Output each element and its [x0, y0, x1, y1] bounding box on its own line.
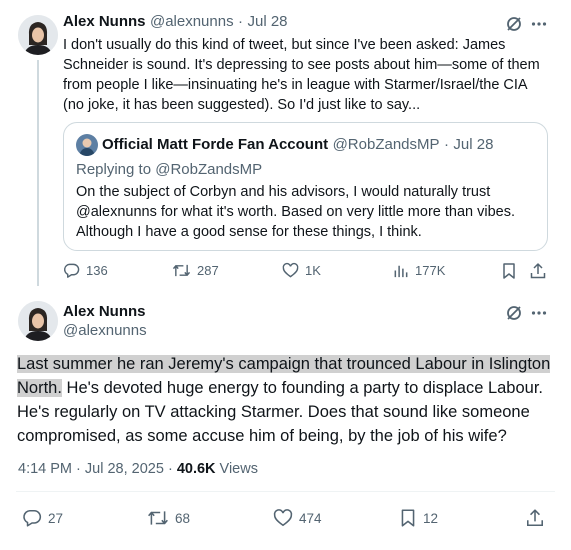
like-button[interactable]: 474: [273, 508, 322, 528]
author-name[interactable]: Alex Nunns: [63, 303, 146, 320]
bookmark-icon[interactable]: [501, 262, 517, 285]
quote-header: Official Matt Forde Fan Account @RobZand…: [102, 136, 493, 154]
views-label: Views: [215, 461, 258, 477]
reply-button[interactable]: 136: [63, 262, 108, 279]
reply-icon: [22, 508, 42, 528]
separator-dot: ·: [238, 13, 244, 30]
separator-dot: ·: [167, 461, 173, 477]
bookmark-button[interactable]: 12: [399, 508, 438, 528]
like-button[interactable]: 1K: [282, 262, 321, 279]
tweet-text: I don't usually do this kind of tweet, b…: [63, 37, 540, 113]
views-icon: [393, 262, 409, 279]
quote-author-handle: @RobZandsMP: [332, 136, 440, 153]
author-handle[interactable]: @alexnunns: [63, 322, 147, 339]
repost-button[interactable]: 68: [147, 508, 190, 528]
repost-icon: [172, 262, 191, 279]
author-handle[interactable]: @alexnunns: [150, 13, 234, 30]
separator-dot: ·: [443, 136, 449, 153]
timestamp[interactable]: 4:14 PM · Jul 28, 2025: [18, 461, 164, 477]
like-icon: [273, 508, 293, 528]
replying-to: Replying to @RobZandsMP: [76, 161, 263, 178]
author-name[interactable]: Alex Nunns: [63, 13, 146, 30]
quote-author-name: Official Matt Forde Fan Account: [102, 136, 329, 153]
like-count: 474: [299, 510, 322, 526]
quote-avatar: [76, 134, 98, 156]
views-button[interactable]: 177K: [393, 262, 445, 279]
avatar[interactable]: [18, 15, 58, 55]
avatar-image: [18, 15, 58, 55]
repost-icon: [147, 508, 169, 528]
reply-button[interactable]: 27: [22, 508, 63, 528]
quote-date: Jul 28: [453, 136, 494, 153]
tweet-meta: 4:14 PM · Jul 28, 2025 · 40.6K Views: [18, 461, 258, 477]
tweet-date[interactable]: Jul 28: [248, 13, 288, 30]
divider: [16, 491, 555, 492]
views-count: 177K: [415, 263, 446, 278]
repost-count: 287: [197, 263, 219, 278]
thread-line: [37, 60, 39, 286]
quote-tweet[interactable]: Official Matt Forde Fan Account @RobZand…: [63, 122, 548, 251]
bookmark-count: 12: [423, 510, 439, 526]
tweet-header: Alex Nunns @alexnunns · Jul 28: [63, 13, 288, 31]
avatar-image: [18, 301, 58, 341]
reply-count: 136: [86, 263, 108, 278]
views-count: 40.6K: [176, 461, 216, 477]
like-count: 1K: [305, 263, 321, 278]
share-icon[interactable]: [525, 508, 545, 533]
grok-icon[interactable]: [505, 304, 523, 327]
like-icon: [282, 262, 299, 279]
reply-icon: [63, 262, 80, 279]
more-icon[interactable]: [530, 304, 548, 327]
quote-text: On the subject of Corbyn and his advisor…: [76, 184, 516, 240]
tweet-text: Last summer he ran Jeremy's campaign tha…: [17, 352, 557, 448]
tweet-text-rest: He's devoted huge energy to founding a p…: [17, 379, 544, 445]
avatar[interactable]: [18, 301, 58, 341]
bookmark-icon: [399, 508, 417, 528]
reply-count: 27: [48, 510, 64, 526]
replying-to-handle[interactable]: @RobZandsMP: [155, 161, 262, 178]
share-icon[interactable]: [529, 262, 547, 285]
repost-button[interactable]: 287: [172, 262, 219, 279]
repost-count: 68: [175, 510, 191, 526]
